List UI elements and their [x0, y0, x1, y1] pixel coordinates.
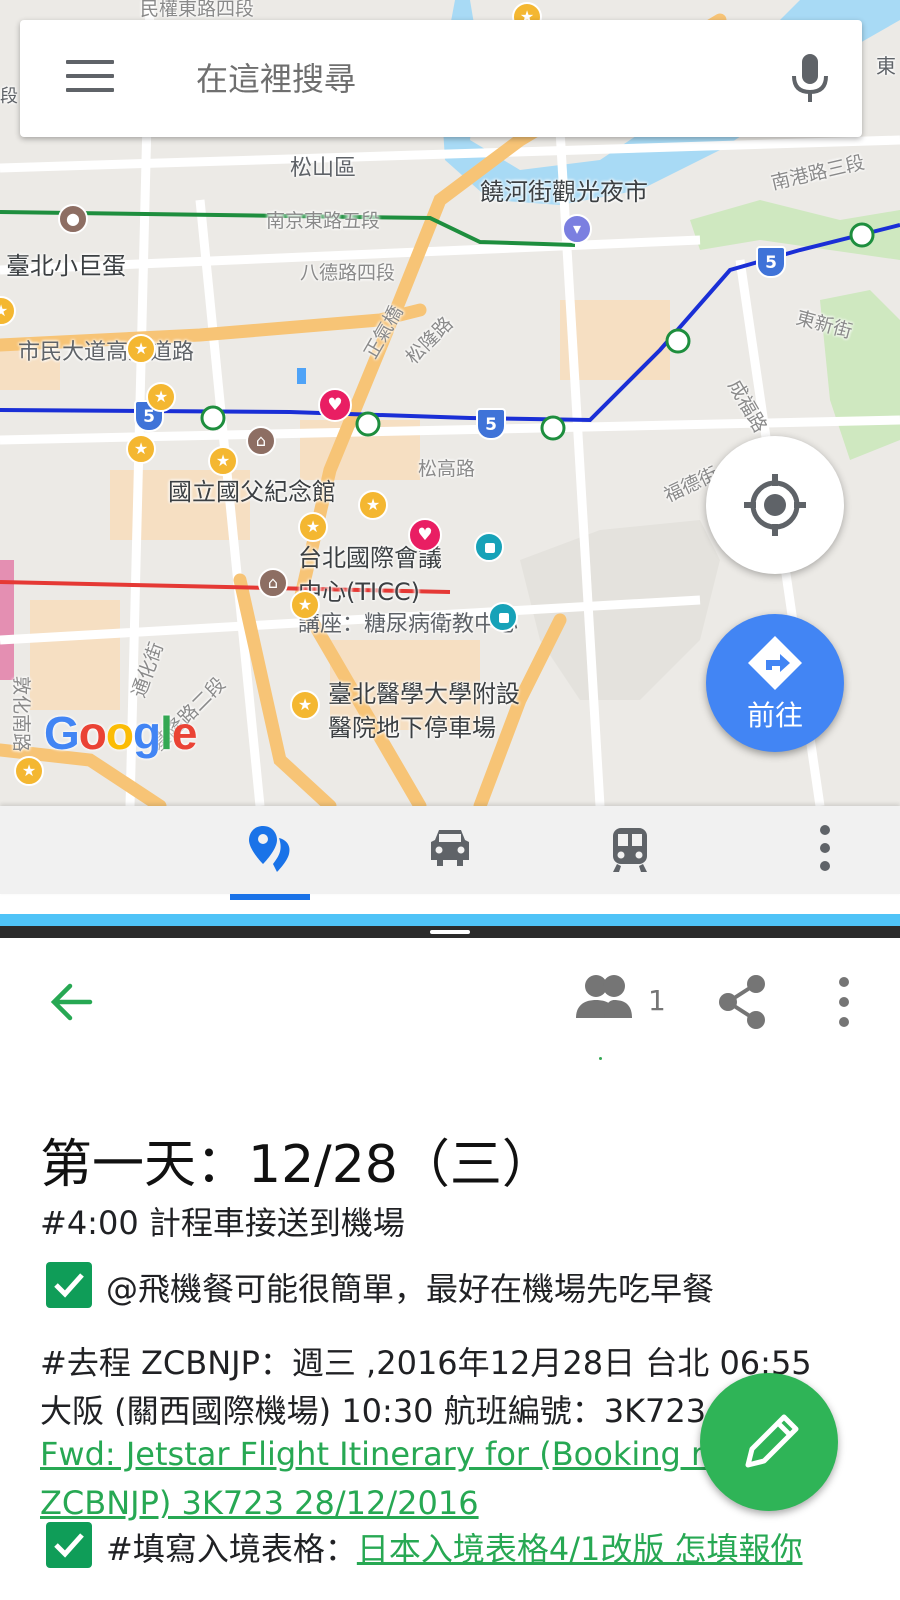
google-logo: Google	[44, 707, 197, 759]
train-icon	[613, 828, 647, 872]
star-marker[interactable]: ★	[290, 690, 320, 720]
star-marker[interactable]: ★	[208, 446, 238, 476]
note-line-flight[interactable]: #去程 ZCBNJP：週三 ,2016年12月28日 台北 06:55	[40, 1338, 812, 1384]
star-marker[interactable]: ★	[358, 490, 388, 520]
search-bar[interactable]	[20, 20, 862, 137]
star-marker[interactable]: ★	[290, 590, 320, 620]
checkmark-icon	[54, 1533, 84, 1558]
highway-shield: 5	[476, 408, 506, 440]
divider-handle[interactable]	[430, 930, 470, 934]
my-location-button[interactable]	[706, 436, 844, 574]
more-vert-icon	[820, 825, 830, 871]
road-label: 南京東路五段	[266, 210, 381, 232]
menu-button[interactable]	[66, 60, 114, 96]
checklist-text: #填寫入境表格：日本入境表格4/1改版 怎填報你	[106, 1524, 803, 1570]
entry-form-label: #填寫入境表格：	[106, 1530, 357, 1568]
checkbox-checked[interactable]	[46, 1522, 92, 1568]
more-vert-icon	[839, 977, 849, 1027]
museum-marker[interactable]: ⌂	[258, 568, 288, 598]
map-view[interactable]: 民權東路四段 段 東 松山區 饒河街觀光夜市 南港路三段 南京東路五段 臺北小巨…	[0, 0, 900, 806]
road-label: 市民大道高架道路	[18, 340, 195, 365]
entry-form-link[interactable]: 日本入境表格4/1改版 怎填報你	[357, 1530, 803, 1568]
collaborator-count: 1	[648, 984, 666, 1017]
note-line-flight[interactable]: 大阪 (關西國際機場) 10:30 航班編號：3K723	[40, 1386, 706, 1432]
road-label: 松高路	[418, 458, 476, 480]
place-label-tmu[interactable]: 醫院地下停車場	[328, 708, 496, 743]
mode-tab-strip	[0, 806, 900, 900]
museum-marker[interactable]: ⌂	[246, 426, 276, 456]
collaborators-button[interactable]: 1	[574, 972, 674, 1032]
voice-search-button[interactable]	[782, 48, 838, 108]
tab-driving[interactable]	[405, 806, 495, 894]
checklist-text: @飛機餐可能很簡單，最好在機場先吃早餐	[106, 1270, 715, 1308]
district-label: 松山區	[290, 156, 357, 181]
back-button[interactable]	[44, 974, 100, 1030]
star-marker[interactable]: ★	[126, 334, 156, 364]
tab-more[interactable]	[780, 806, 870, 894]
place-label-tmu[interactable]: 臺北醫學大學附設	[328, 674, 520, 709]
directions-icon	[748, 636, 802, 690]
share-icon	[719, 975, 765, 1029]
menu-icon	[66, 60, 114, 64]
checkmark-icon	[54, 1273, 84, 1298]
map-pin	[297, 368, 306, 384]
accent-band	[0, 914, 900, 926]
pencil-icon	[745, 1414, 799, 1468]
star-marker[interactable]: ★	[14, 756, 44, 786]
highway-shield: 5	[756, 246, 786, 278]
sync-indicator	[599, 1057, 602, 1060]
directions-label: 前往	[746, 699, 803, 732]
tab-transit[interactable]	[585, 806, 675, 894]
flight-itinerary-link[interactable]: Fwd: Jetstar Flight Itinerary for (Booki…	[40, 1435, 734, 1473]
tab-places[interactable]	[225, 806, 315, 894]
car-icon	[431, 830, 469, 866]
road-label: 敦化南路	[10, 676, 32, 753]
note-line-taxi[interactable]: #4:00 計程車接送到機場	[40, 1198, 405, 1244]
flight-itinerary-link[interactable]: ZCBNJP) 3K723 28/12/2016	[40, 1484, 479, 1522]
star-marker[interactable]: ★	[146, 382, 176, 412]
note-title[interactable]: 第一天：12/28（三）	[40, 1122, 554, 1197]
people-icon	[576, 975, 632, 1018]
edit-note-button[interactable]	[700, 1373, 838, 1511]
place-label-raohe[interactable]: 饒河街觀光夜市	[480, 172, 648, 207]
road-label: 東	[876, 54, 896, 78]
note-more-button[interactable]	[822, 974, 866, 1030]
star-marker[interactable]: ★	[298, 512, 328, 542]
microphone-icon	[792, 54, 828, 102]
shopping-cart-marker[interactable]: ▾	[562, 214, 592, 244]
checkbox-checked[interactable]	[46, 1262, 92, 1308]
road-label: 段	[0, 86, 18, 107]
arrow-back-icon	[50, 983, 93, 1021]
place-label-sun-yatsen[interactable]: 國立國父紀念館	[168, 472, 336, 507]
block	[30, 600, 120, 710]
star-marker[interactable]: ★	[126, 434, 156, 464]
square-marker[interactable]	[488, 602, 518, 632]
square-marker[interactable]	[474, 532, 504, 562]
crosshair-icon	[744, 474, 806, 536]
block	[0, 560, 14, 680]
active-tab-indicator	[230, 894, 310, 900]
heart-marker[interactable]: ♥	[318, 388, 352, 422]
search-input[interactable]	[196, 52, 756, 106]
map-pins-icon	[249, 826, 290, 872]
share-button[interactable]	[716, 974, 768, 1030]
road-label: 民權東路四段	[140, 0, 255, 20]
heart-marker[interactable]: ♥	[408, 518, 442, 552]
landmark-marker[interactable]: ●	[58, 204, 88, 234]
place-label-diabetes[interactable]: 講座：糖尿病衛教中心	[298, 606, 518, 638]
directions-button[interactable]: 前往	[706, 614, 844, 752]
place-label-giant-egg[interactable]: 臺北小巨蛋	[6, 246, 126, 281]
road-label: 八德路四段	[300, 262, 396, 284]
